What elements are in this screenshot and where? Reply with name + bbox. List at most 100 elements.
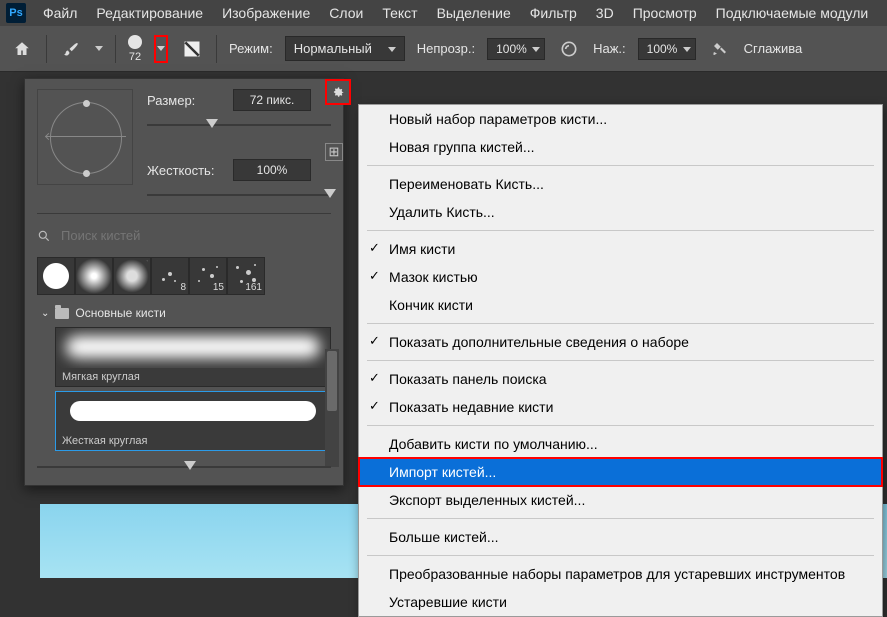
hardness-label: Жесткость:: [147, 163, 225, 178]
menu-item[interactable]: Новый набор параметров кисти...: [359, 105, 882, 133]
flow-label: Наж.:: [593, 41, 626, 56]
menu-item[interactable]: Импорт кистей...: [359, 458, 882, 486]
scrollbar[interactable]: [325, 349, 339, 467]
menu-edit[interactable]: Редактирование: [88, 1, 211, 25]
menu-item[interactable]: Удалить Кисть...: [359, 198, 882, 226]
menu-3d[interactable]: 3D: [588, 1, 622, 25]
separator: [115, 35, 116, 63]
opacity-label: Непрозр.:: [417, 41, 475, 56]
brush-preset-item[interactable]: Мягкая круглая: [55, 327, 331, 387]
hardness-slider[interactable]: [147, 187, 331, 203]
brush-folder[interactable]: ⌄ Основные кисти: [37, 303, 331, 323]
blend-mode-value: Нормальный: [294, 41, 372, 56]
brush-settings-menu: Новый набор параметров кисти...Новая гру…: [358, 104, 883, 617]
size-label: Размер:: [147, 93, 225, 108]
menu-image[interactable]: Изображение: [214, 1, 318, 25]
thumb-size: 161: [245, 282, 262, 293]
panel-gear-button[interactable]: [325, 79, 351, 105]
brush-preset-panel: Размер: 72 пикс. Жесткость: 100% ⊞ 8 15 …: [24, 78, 344, 486]
mode-label: Режим:: [229, 41, 273, 56]
menu-item[interactable]: Новая группа кистей...: [359, 133, 882, 161]
separator: [367, 230, 874, 231]
menu-item[interactable]: Показать панель поиска: [359, 365, 882, 393]
opacity-value: 100%: [496, 42, 527, 56]
brush-preset-item[interactable]: Жесткая круглая: [55, 391, 331, 451]
smoothing-label: Сглажива: [744, 41, 803, 56]
search-icon: [37, 229, 51, 243]
separator: [367, 425, 874, 426]
chevron-down-icon: [532, 47, 540, 52]
chevron-down-icon: [157, 46, 165, 51]
brush-item-label: Мягкая круглая: [56, 368, 330, 386]
new-preset-button[interactable]: ⊞: [325, 143, 343, 161]
menu-item[interactable]: Экспорт выделенных кистей...: [359, 486, 882, 514]
thumbnail-size-slider[interactable]: [37, 459, 331, 475]
separator: [367, 165, 874, 166]
recent-brush-thumb[interactable]: 15: [189, 257, 227, 295]
chevron-down-icon: [388, 47, 396, 52]
menu-file[interactable]: Файл: [35, 1, 85, 25]
separator: [367, 555, 874, 556]
brush-dot: [128, 35, 142, 49]
brush-size-label: 72: [129, 51, 141, 63]
recent-brush-thumb[interactable]: 8: [151, 257, 189, 295]
app-logo: Ps: [6, 3, 26, 23]
options-bar: 72 Режим: Нормальный Непрозр.: 100% Наж.…: [0, 26, 887, 72]
size-slider[interactable]: [147, 117, 331, 133]
separator: [367, 360, 874, 361]
menu-item[interactable]: Больше кистей...: [359, 523, 882, 551]
menu-filter[interactable]: Фильтр: [522, 1, 585, 25]
separator: [46, 35, 47, 63]
separator: [216, 35, 217, 63]
gear-icon: [331, 85, 345, 99]
menu-item[interactable]: Преобразованные наборы параметров для ус…: [359, 560, 882, 588]
brush-search-input[interactable]: [59, 224, 331, 247]
blend-mode-select[interactable]: Нормальный: [285, 36, 405, 61]
recent-brush-thumb[interactable]: 161: [227, 257, 265, 295]
menu-item[interactable]: Устаревшие кисти: [359, 588, 882, 616]
menu-select[interactable]: Выделение: [429, 1, 519, 25]
folder-icon: [55, 308, 69, 319]
flow-field[interactable]: 100%: [638, 38, 696, 60]
separator: [367, 323, 874, 324]
menu-layers[interactable]: Слои: [321, 1, 371, 25]
brush-angle-widget[interactable]: [37, 89, 133, 185]
brush-search-row: [37, 222, 331, 249]
menu-item[interactable]: Мазок кистью: [359, 263, 882, 291]
chevron-down-icon: [683, 47, 691, 52]
flow-value: 100%: [647, 42, 678, 56]
menu-item[interactable]: Кончик кисти: [359, 291, 882, 319]
menu-view[interactable]: Просмотр: [625, 1, 705, 25]
menu-item[interactable]: Показать недавние кисти: [359, 393, 882, 421]
menubar: Ps Файл Редактирование Изображение Слои …: [0, 0, 887, 26]
menu-item[interactable]: Имя кисти: [359, 235, 882, 263]
menu-plugins[interactable]: Подключаемые модули: [708, 1, 877, 25]
brush-picker-dropdown[interactable]: [154, 35, 168, 63]
chevron-down-icon: ⌄: [41, 308, 49, 319]
opacity-field[interactable]: 100%: [487, 38, 545, 60]
pressure-opacity-icon[interactable]: [557, 37, 581, 61]
brush-settings-icon[interactable]: [180, 37, 204, 61]
brush-tree: ⌄ Основные кисти Мягкая круглая Жесткая …: [37, 303, 331, 453]
brush-preview[interactable]: 72: [128, 35, 142, 63]
menu-item[interactable]: Переименовать Кисть...: [359, 170, 882, 198]
separator: [367, 518, 874, 519]
thumb-size: 15: [213, 282, 224, 293]
menu-item[interactable]: Показать дополнительные сведения о набор…: [359, 328, 882, 356]
recent-brush-thumb[interactable]: [113, 257, 151, 295]
menu-text[interactable]: Текст: [374, 1, 425, 25]
recent-brushes: 8 15 161: [37, 257, 331, 295]
chevron-down-icon[interactable]: [95, 46, 103, 51]
thumb-size: 8: [180, 282, 186, 293]
recent-brush-thumb[interactable]: [75, 257, 113, 295]
brush-item-label: Жесткая круглая: [56, 432, 330, 450]
folder-label: Основные кисти: [75, 306, 165, 320]
brush-tool-icon[interactable]: [59, 37, 83, 61]
brush-size-field[interactable]: 72 пикс.: [233, 89, 311, 111]
airbrush-icon[interactable]: [708, 37, 732, 61]
brush-hardness-field[interactable]: 100%: [233, 159, 311, 181]
menu-item[interactable]: Добавить кисти по умолчанию...: [359, 430, 882, 458]
recent-brush-thumb[interactable]: [37, 257, 75, 295]
home-icon[interactable]: [10, 37, 34, 61]
separator: [37, 213, 331, 214]
